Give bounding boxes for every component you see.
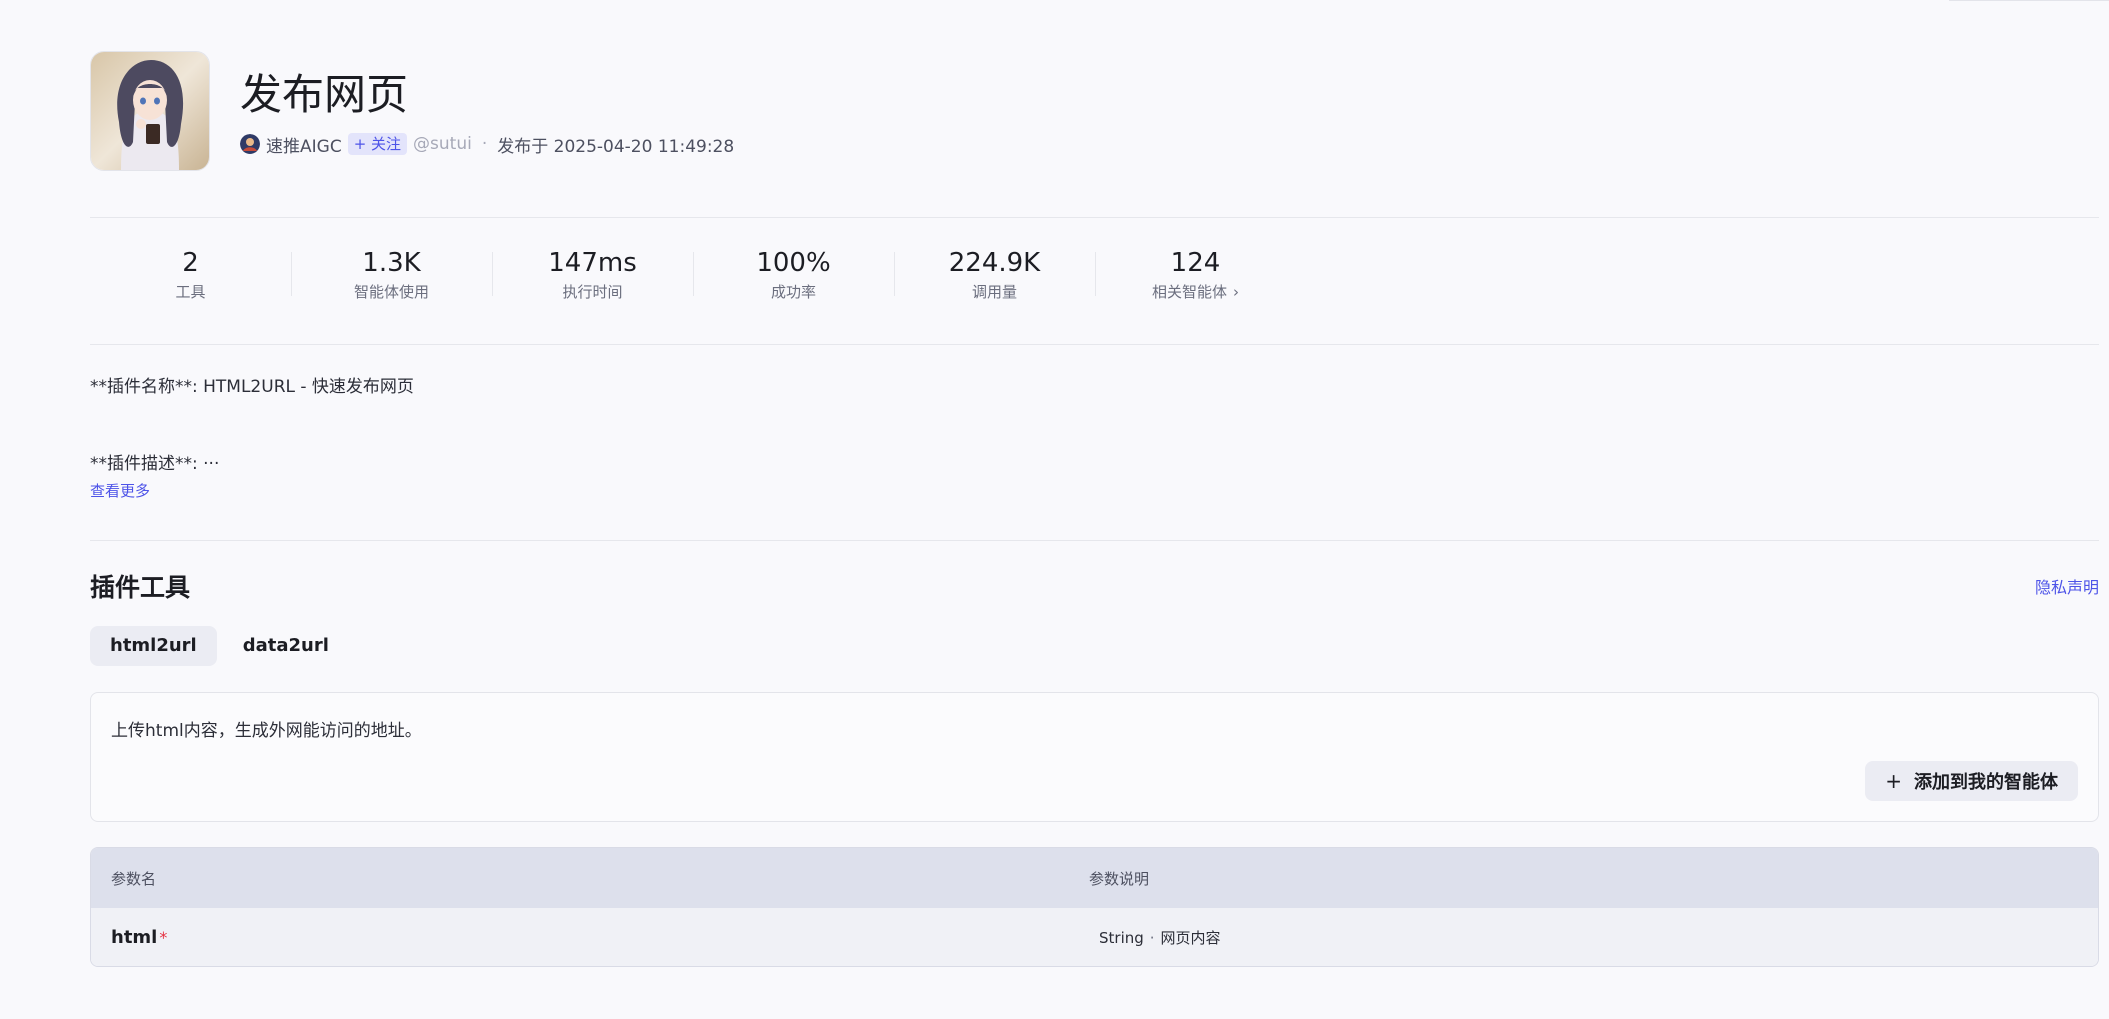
stat-label-text: 相关智能体 [1151, 283, 1227, 301]
required-mark: * [159, 927, 168, 947]
author-meta: 速推AIGC + 关注 @sutui · 发布于 2025-04-20 11:4… [240, 131, 734, 157]
plugin-header: 发布网页 速推AIGC + 关注 @sutui · 发布于 2025-04-20… [90, 51, 2099, 171]
add-to-agent-button[interactable]: + 添加到我的智能体 [1865, 761, 2078, 801]
table-header: 参数名 参数说明 [91, 848, 2098, 908]
stat-call-volume: 224.9K 调用量 [894, 246, 1095, 302]
tool-card: 上传html内容，生成外网能访问的地址。 + 添加到我的智能体 [90, 692, 2099, 822]
param-type: String [1099, 928, 1144, 947]
meta-separator: · [481, 134, 488, 154]
column-header-desc: 参数说明 [1089, 869, 1150, 888]
plugin-detail-page: 发布网页 速推AIGC + 关注 @sutui · 发布于 2025-04-20… [0, 0, 2109, 1019]
tab-data2url[interactable]: data2url [223, 626, 349, 666]
stats-row: 2 工具 1.3K 智能体使用 147ms 执行时间 100% 成功率 224.… [90, 246, 1296, 302]
publish-date: 发布于 2025-04-20 11:49:28 [497, 136, 735, 157]
top-divider [1949, 0, 2109, 1]
stat-value: 2 [182, 248, 199, 278]
chevron-right-icon: › [1233, 283, 1239, 301]
stat-label: 调用量 [971, 283, 1017, 301]
author-name[interactable]: 速推AIGC [266, 132, 342, 157]
description-line-1: **插件名称**: HTML2URL - 快速发布网页 [90, 377, 414, 397]
param-desc: 网页内容 [1160, 928, 1221, 947]
description-line-2: **插件描述**: ··· [90, 454, 220, 474]
parameter-table: 参数名 参数说明 html * String · 网页内容 [90, 847, 2099, 967]
param-name-cell: html * [91, 927, 1089, 948]
author-handle: @sutui [413, 134, 472, 154]
see-more-link[interactable]: 查看更多 [90, 480, 150, 501]
tab-html2url[interactable]: html2url [90, 626, 217, 666]
tool-description: 上传html内容，生成外网能访问的地址。 [111, 721, 422, 741]
plus-icon: + [1885, 769, 1902, 793]
page-title: 发布网页 [240, 70, 409, 119]
add-button-label: 添加到我的智能体 [1914, 772, 2058, 793]
stat-related-agents[interactable]: 124 相关智能体 › [1095, 246, 1296, 302]
stat-label: 成功率 [770, 283, 816, 301]
stat-value: 147ms [548, 248, 637, 278]
column-header-name: 参数名 [111, 869, 157, 888]
stat-label: 工具 [175, 283, 206, 301]
param-desc-cell: String · 网页内容 [1089, 927, 2098, 948]
privacy-link[interactable]: 隐私声明 [2035, 574, 2099, 598]
stat-exec-time: 147ms 执行时间 [492, 246, 693, 302]
plugin-avatar [90, 51, 210, 171]
stat-agent-usage: 1.3K 智能体使用 [291, 246, 492, 302]
table-row: html * String · 网页内容 [91, 908, 2098, 966]
param-name: html [111, 926, 158, 948]
stat-tools: 2 工具 [90, 246, 291, 302]
stat-value: 1.3K [362, 248, 421, 278]
stat-value: 124 [1170, 248, 1221, 278]
stat-label: 执行时间 [562, 283, 623, 301]
stat-label-link[interactable]: 相关智能体 › [1095, 282, 1296, 302]
stat-success-rate: 100% 成功率 [693, 246, 894, 302]
stat-value: 100% [756, 248, 831, 278]
header-divider [90, 217, 2099, 218]
description-divider [90, 540, 2099, 541]
stat-value: 224.9K [948, 248, 1041, 278]
tool-tabs: html2url data2url [90, 626, 355, 666]
follow-button[interactable]: + 关注 [347, 133, 408, 155]
type-separator: · [1149, 928, 1155, 947]
stat-label: 智能体使用 [353, 283, 429, 301]
section-title: 插件工具 [90, 573, 191, 602]
author-avatar[interactable] [240, 134, 260, 154]
stats-divider [90, 344, 2099, 345]
